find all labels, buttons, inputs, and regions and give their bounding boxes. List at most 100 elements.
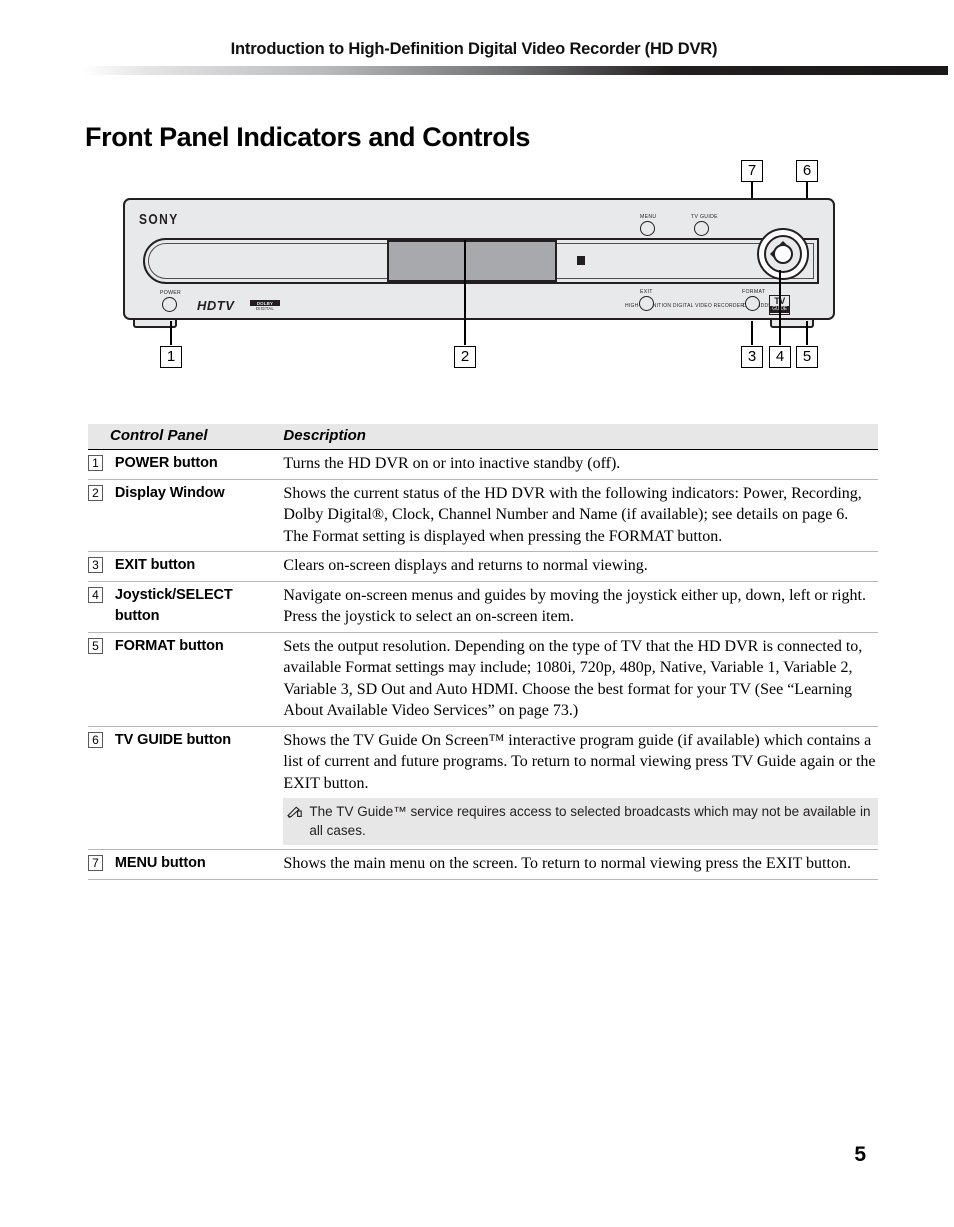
row-control-name-cell: FORMAT button bbox=[109, 632, 278, 727]
menu-button[interactable] bbox=[640, 221, 655, 236]
row-number-box: 5 bbox=[88, 637, 103, 654]
control-name: EXIT button bbox=[114, 557, 196, 573]
description-body: Navigate on-screen menus and guides by m… bbox=[283, 585, 878, 628]
leader-line-2 bbox=[464, 240, 466, 346]
row-control-name-cell: TV GUIDE button bbox=[109, 726, 278, 850]
control-name: MENU button bbox=[114, 855, 206, 871]
description-paragraph: Clears on-screen displays and returns to… bbox=[283, 557, 648, 574]
callout-5: 5 bbox=[796, 346, 818, 368]
description-paragraph: Shows the TV Guide On Screen™ interactiv… bbox=[283, 731, 876, 792]
row-control-name-cell: POWER button bbox=[109, 449, 278, 480]
leader-line-4 bbox=[779, 270, 781, 346]
note-pencil-icon bbox=[287, 805, 303, 823]
row-description-cell: Sets the output resolution. Depending on… bbox=[277, 632, 878, 727]
running-header: Introduction to High-Definition Digital … bbox=[0, 40, 954, 59]
tv-guide-button[interactable] bbox=[694, 221, 709, 236]
table-row: 3 EXIT button Clears on-screen displays … bbox=[88, 551, 878, 582]
control-name: POWER button bbox=[114, 455, 218, 471]
column-header-control-panel: Control Panel bbox=[88, 424, 278, 450]
row-number-cell: 3 bbox=[88, 551, 110, 582]
description-body: Clears on-screen displays and returns to… bbox=[283, 555, 878, 577]
running-header-text: Introduction to High-Definition Digital … bbox=[230, 40, 718, 58]
row-number-box: 6 bbox=[88, 731, 103, 748]
leader-line-1 bbox=[170, 321, 172, 346]
row-control-name-cell: EXIT button bbox=[109, 551, 278, 582]
description-paragraph: Shows the main menu on the screen. To re… bbox=[283, 855, 851, 872]
page-number: 5 bbox=[854, 1143, 866, 1166]
menu-button-label: MENU bbox=[640, 214, 657, 220]
row-number-cell: 1 bbox=[88, 449, 110, 480]
table-row: 2 Display Window Shows the current statu… bbox=[88, 479, 878, 552]
control-name-line2: button bbox=[114, 607, 160, 624]
sony-logo: SONY bbox=[139, 210, 179, 228]
row-control-name-cell: Display Window bbox=[109, 479, 278, 552]
description-paragraph: The Format setting is displayed when pre… bbox=[283, 527, 723, 545]
control-name: FORMAT button bbox=[114, 637, 224, 654]
row-control-name-cell: Joystick/SELECT button bbox=[109, 581, 278, 633]
row-description-cell: Navigate on-screen menus and guides by m… bbox=[277, 581, 878, 633]
table-header-row: Control Panel Description bbox=[88, 424, 878, 450]
callout-1: 1 bbox=[160, 346, 182, 368]
control-name: TV GUIDE button bbox=[114, 731, 232, 748]
callout-4: 4 bbox=[769, 346, 791, 368]
joystick-select-button[interactable] bbox=[757, 228, 809, 280]
row-number-cell: 4 bbox=[88, 581, 110, 633]
tv-guide-button-label: TV GUIDE bbox=[691, 214, 718, 220]
header-gradient-rule bbox=[82, 66, 948, 75]
table-row: 7 MENU button Shows the main menu on the… bbox=[88, 849, 878, 880]
table-row: 6 TV GUIDE button Shows the TV Guide On … bbox=[88, 726, 878, 850]
leader-line-5 bbox=[806, 321, 808, 346]
control-name: Display Window bbox=[114, 484, 225, 501]
description-body: Sets the output resolution. Depending on… bbox=[283, 636, 878, 722]
row-number-cell: 2 bbox=[88, 479, 110, 552]
row-description-cell: Shows the main menu on the screen. To re… bbox=[277, 849, 878, 880]
description-paragraph: Navigate on-screen menus and guides by m… bbox=[283, 586, 866, 626]
row-description-cell: Shows the current status of the HD DVR w… bbox=[277, 479, 878, 552]
row-number-box: 2 bbox=[88, 484, 103, 501]
row-number-box: 7 bbox=[88, 855, 103, 871]
front-panel-figure: 7 6 SONY POWER HDTV DOLBY DIGITAL HIGH-D… bbox=[0, 150, 954, 380]
row-number-box: 3 bbox=[88, 557, 103, 573]
row-number-cell: 7 bbox=[88, 849, 110, 880]
hdtv-logo: HDTV bbox=[197, 298, 235, 313]
callout-7: 7 bbox=[741, 160, 763, 182]
power-button[interactable] bbox=[162, 297, 177, 312]
exit-button[interactable] bbox=[639, 296, 654, 311]
row-number-box: 4 bbox=[88, 586, 103, 603]
column-header-description: Description bbox=[277, 424, 878, 450]
table-row: 4 Joystick/SELECT button Navigate on-scr… bbox=[88, 581, 878, 633]
table-row: 1 POWER button Turns the HD DVR on or in… bbox=[88, 449, 878, 480]
table-row: 5 FORMAT button Sets the output resoluti… bbox=[88, 632, 878, 727]
dolby-digital-logo: DOLBY DIGITAL bbox=[250, 300, 280, 311]
format-button[interactable] bbox=[745, 296, 760, 311]
description-body: Turns the HD DVR on or into inactive sta… bbox=[283, 453, 878, 475]
row-description-cell: Clears on-screen displays and returns to… bbox=[277, 551, 878, 582]
dvr-front-panel: SONY POWER HDTV DOLBY DIGITAL HIGH-DEFIN… bbox=[123, 198, 835, 320]
format-button-label: FORMAT bbox=[742, 289, 766, 295]
row-number-cell: 5 bbox=[88, 632, 110, 727]
description-paragraph: Shows the current status of the HD DVR w… bbox=[283, 484, 862, 524]
ir-sensor-icon bbox=[577, 256, 585, 265]
callout-6: 6 bbox=[796, 160, 818, 182]
exit-button-label: EXIT bbox=[640, 289, 653, 295]
row-description-cell: Shows the TV Guide On Screen™ interactiv… bbox=[277, 726, 878, 850]
callout-2: 2 bbox=[454, 346, 476, 368]
power-button-label: POWER bbox=[160, 290, 182, 296]
description-body: Shows the current status of the HD DVR w… bbox=[283, 483, 878, 548]
callout-3: 3 bbox=[741, 346, 763, 368]
note-text: The TV Guide™ service requires access to… bbox=[309, 804, 871, 838]
description-body: Shows the TV Guide On Screen™ interactiv… bbox=[283, 730, 878, 795]
description-body: Shows the main menu on the screen. To re… bbox=[283, 853, 878, 875]
control-panel-table: Control Panel Description 1 POWER button… bbox=[88, 424, 878, 880]
row-number-cell: 6 bbox=[88, 726, 110, 850]
note-callout: The TV Guide™ service requires access to… bbox=[283, 798, 878, 845]
leader-line-3 bbox=[751, 321, 753, 346]
page-title: Front Panel Indicators and Controls bbox=[85, 122, 531, 153]
row-number-box: 1 bbox=[88, 455, 103, 471]
description-paragraph: Sets the output resolution. Depending on… bbox=[283, 637, 863, 720]
display-window bbox=[387, 240, 557, 282]
description-paragraph: Turns the HD DVR on or into inactive sta… bbox=[283, 455, 621, 472]
row-description-cell: Turns the HD DVR on or into inactive sta… bbox=[277, 449, 878, 480]
control-name: Joystick/SELECT bbox=[114, 586, 233, 603]
joystick-center-hub bbox=[773, 244, 793, 264]
